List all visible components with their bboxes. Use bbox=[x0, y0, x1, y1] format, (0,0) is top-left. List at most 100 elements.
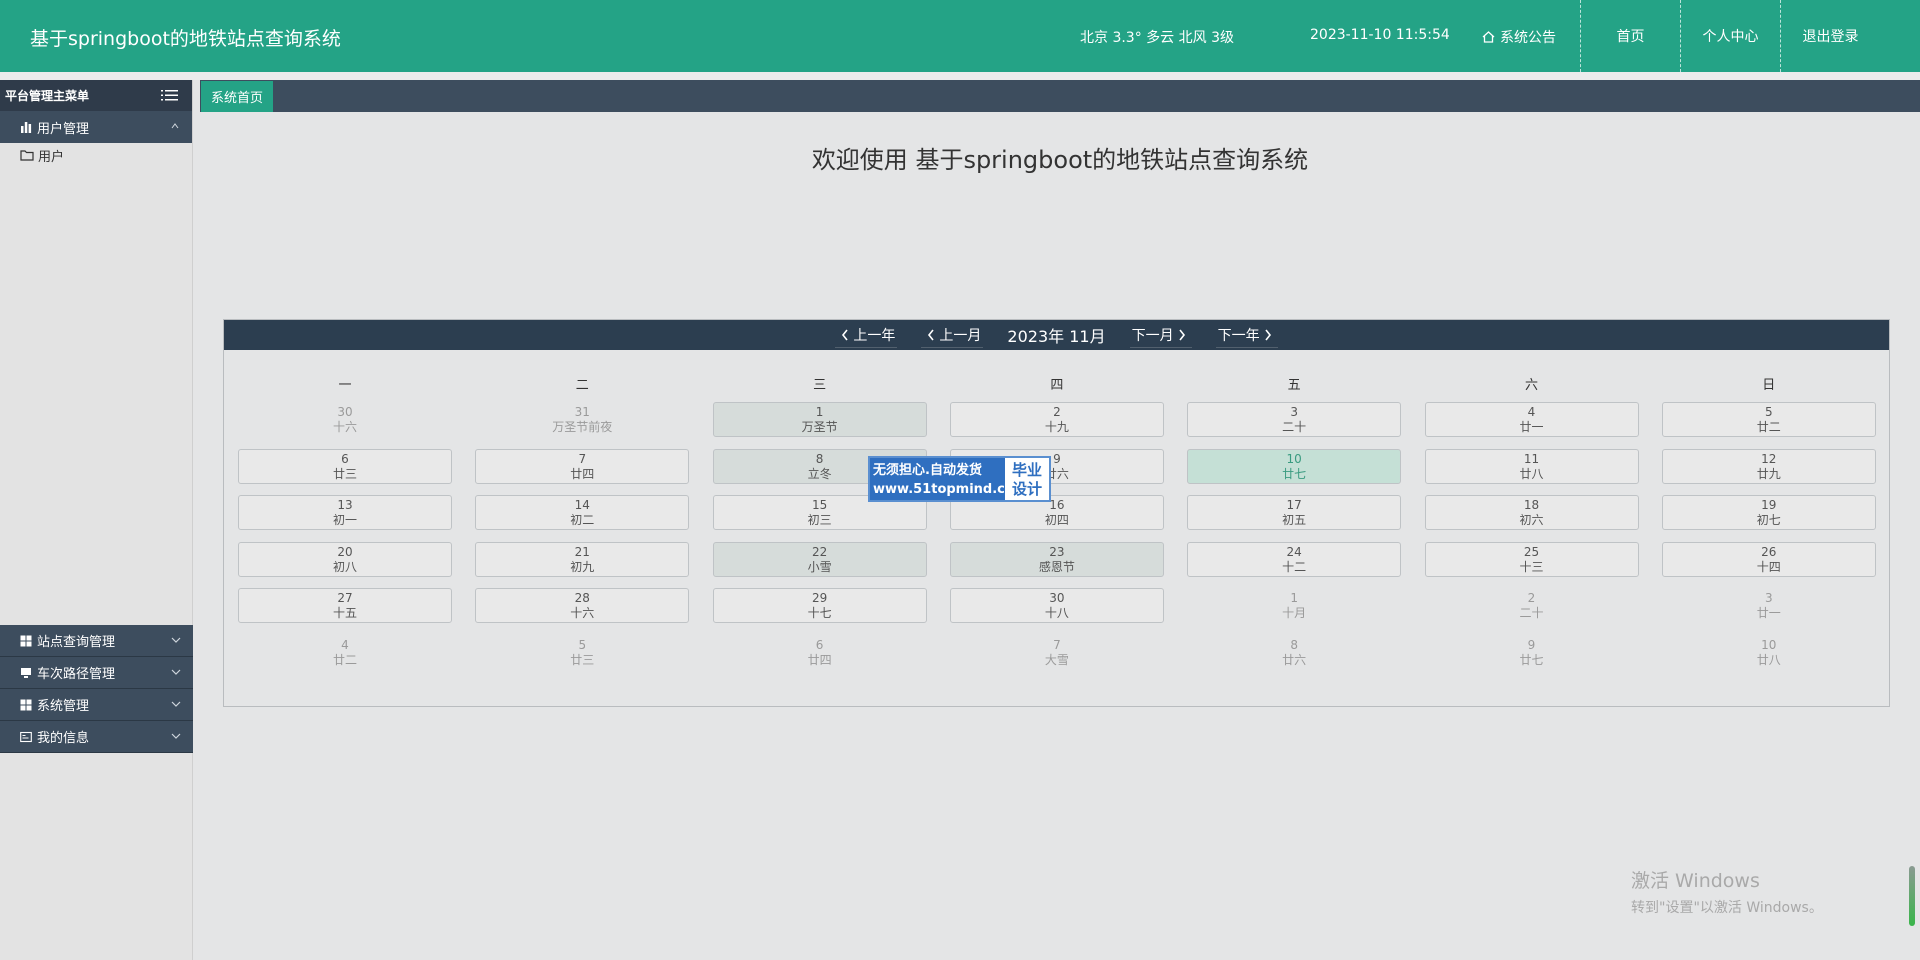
day-number: 31 bbox=[574, 405, 590, 419]
day-number: 9 bbox=[1527, 637, 1536, 652]
calendar-day[interactable]: 20 初八 bbox=[238, 541, 452, 577]
day-number: 5 bbox=[578, 637, 587, 652]
lunar-label: 廿三 bbox=[570, 652, 595, 667]
lunar-label: 十三 bbox=[1519, 559, 1544, 574]
calendar-day[interactable]: 6 廿三 bbox=[238, 448, 452, 484]
calendar-day[interactable]: 24 十二 bbox=[1187, 541, 1402, 577]
sidebar-bottom-groups: 站点查询管理 车次路径管理 系统管理 我的信息 bbox=[0, 625, 193, 753]
sidebar-item-label: 系统管理 bbox=[37, 699, 90, 714]
calendar-day[interactable]: 5 廿三 bbox=[475, 635, 689, 670]
scrollbar[interactable] bbox=[1909, 866, 1915, 926]
calendar-day[interactable]: 28 十六 bbox=[475, 588, 690, 623]
day-number: 10 bbox=[1761, 637, 1777, 652]
day-number: 7 bbox=[1053, 637, 1061, 652]
lunar-label: 十二 bbox=[1282, 559, 1307, 574]
calendar-day[interactable]: 2 十九 bbox=[949, 402, 1164, 437]
chevron-down-icon bbox=[171, 733, 181, 739]
calendar-day[interactable]: 1 万圣节 bbox=[712, 402, 927, 437]
chevron-right-icon bbox=[1264, 329, 1271, 340]
calendar-day[interactable]: 7 大雪 bbox=[950, 635, 1164, 670]
chevron-left-icon bbox=[928, 329, 935, 340]
nav-logout[interactable]: 退出登录 bbox=[1780, 0, 1880, 72]
calendar-day[interactable]: 31 万圣节前夜 bbox=[475, 402, 689, 437]
lunar-label: 廿四 bbox=[807, 652, 832, 667]
calendar-day[interactable]: 19 初七 bbox=[1661, 495, 1876, 530]
calendar-day[interactable]: 3 二十 bbox=[1187, 402, 1402, 437]
calendar-day[interactable]: 7 廿四 bbox=[475, 448, 690, 484]
sidebar-title: 平台管理主菜单 bbox=[0, 80, 192, 111]
day-number: 1 bbox=[815, 405, 824, 419]
calendar-day[interactable]: 30 十八 bbox=[949, 588, 1164, 623]
sidebar-subitem-user[interactable]: 用户 bbox=[0, 143, 192, 167]
calendar-day[interactable]: 10 廿八 bbox=[1662, 635, 1876, 670]
calendar-day[interactable]: 11 廿八 bbox=[1424, 448, 1639, 484]
system-notice-link[interactable]: 系统公告 bbox=[1482, 27, 1556, 47]
nav-personal-center[interactable]: 个人中心 bbox=[1680, 0, 1780, 72]
calendar-day[interactable]: 13 初一 bbox=[238, 495, 452, 530]
calendar-day[interactable]: 6 廿四 bbox=[713, 635, 927, 670]
calendar-day[interactable]: 4 廿二 bbox=[238, 635, 452, 670]
calendar-day[interactable]: 3 廿一 bbox=[1662, 588, 1876, 623]
next-year-button[interactable]: 下一年 bbox=[1215, 322, 1278, 348]
sidebar-item-my-info[interactable]: 我的信息 bbox=[0, 721, 193, 753]
next-month-button[interactable]: 下一月 bbox=[1129, 322, 1192, 348]
sidebar-item-label: 我的信息 bbox=[37, 731, 90, 746]
badge-line2: www.51topmind.com bbox=[873, 482, 1028, 497]
chevron-down-icon bbox=[171, 669, 181, 675]
calendar-day[interactable]: 1 十月 bbox=[1187, 588, 1401, 623]
day-number: 18 bbox=[1523, 498, 1540, 512]
calendar-day[interactable]: 29 十七 bbox=[712, 588, 927, 623]
day-number: 4 bbox=[1527, 405, 1536, 419]
next-month-label: 下一月 bbox=[1131, 327, 1174, 344]
calendar-day[interactable]: 5 廿二 bbox=[1661, 402, 1876, 437]
calendar-day[interactable]: 30 十六 bbox=[238, 402, 452, 437]
menu-toggle-icon[interactable] bbox=[161, 89, 178, 102]
calendar-day[interactable]: 26 十四 bbox=[1661, 541, 1876, 577]
day-number: 29 bbox=[811, 591, 828, 605]
lunar-label: 廿二 bbox=[1756, 420, 1781, 434]
lunar-label: 初一 bbox=[332, 513, 357, 527]
system-notice-label: 系统公告 bbox=[1500, 30, 1556, 46]
calendar-day[interactable]: 4 廿一 bbox=[1424, 402, 1639, 437]
lunar-label: 十八 bbox=[1044, 606, 1069, 620]
day-number: 27 bbox=[337, 591, 353, 605]
day-number: 30 bbox=[337, 405, 353, 419]
calendar-day[interactable]: 25 十三 bbox=[1424, 541, 1639, 577]
prev-year-button[interactable]: 上一年 bbox=[835, 322, 898, 348]
prev-month-button[interactable]: 上一月 bbox=[921, 322, 984, 348]
calendar-day[interactable]: 27 十五 bbox=[238, 588, 452, 623]
lunar-label: 廿七 bbox=[1519, 652, 1544, 667]
calendar-day-today[interactable]: 10 廿七 bbox=[1187, 448, 1402, 484]
day-number: 11 bbox=[1523, 451, 1540, 466]
sidebar-item-train-route[interactable]: 车次路径管理 bbox=[0, 657, 193, 689]
calendar-header: 上一年 上一月 2023年 11月 下一月 下一年 bbox=[224, 320, 1889, 350]
weekday-header: 四 bbox=[1050, 378, 1064, 393]
day-number: 13 bbox=[337, 498, 353, 512]
calendar-day[interactable]: 9 廿七 bbox=[1425, 635, 1639, 670]
calendar-day[interactable]: 22 小雪 bbox=[712, 541, 927, 577]
calendar-day[interactable]: 18 初六 bbox=[1424, 495, 1639, 530]
lunar-label: 廿六 bbox=[1282, 652, 1307, 667]
calendar-day[interactable]: 12 廿九 bbox=[1661, 448, 1876, 484]
sidebar-item-user-management[interactable]: 用户管理 bbox=[0, 111, 192, 143]
badge-right-line1: 毕业 bbox=[1011, 461, 1042, 479]
day-number: 12 bbox=[1761, 451, 1777, 466]
sidebar-item-system-management[interactable]: 系统管理 bbox=[0, 689, 193, 721]
lunar-label: 廿七 bbox=[1282, 466, 1307, 481]
calendar-day[interactable]: 17 初五 bbox=[1187, 495, 1402, 530]
day-number: 26 bbox=[1761, 544, 1777, 559]
day-number: 22 bbox=[811, 544, 828, 559]
day-number: 17 bbox=[1286, 498, 1302, 512]
calendar-day[interactable]: 2 二十 bbox=[1425, 588, 1639, 623]
badge-right-line2: 设计 bbox=[1011, 480, 1042, 498]
sidebar-item-station-query[interactable]: 站点查询管理 bbox=[0, 625, 193, 657]
calendar-day[interactable]: 8 廿六 bbox=[1187, 635, 1401, 670]
tab-system-home[interactable]: 系统首页 bbox=[201, 81, 274, 112]
lunar-label: 十六 bbox=[570, 606, 595, 620]
nav-home[interactable]: 首页 bbox=[1580, 0, 1680, 72]
calendar-day[interactable]: 21 初九 bbox=[475, 541, 690, 577]
day-number: 8 bbox=[1290, 637, 1298, 652]
calendar-day[interactable]: 23 感恩节 bbox=[949, 541, 1164, 577]
sidebar-item-label: 站点查询管理 bbox=[37, 635, 116, 650]
calendar-day[interactable]: 14 初二 bbox=[475, 495, 690, 530]
